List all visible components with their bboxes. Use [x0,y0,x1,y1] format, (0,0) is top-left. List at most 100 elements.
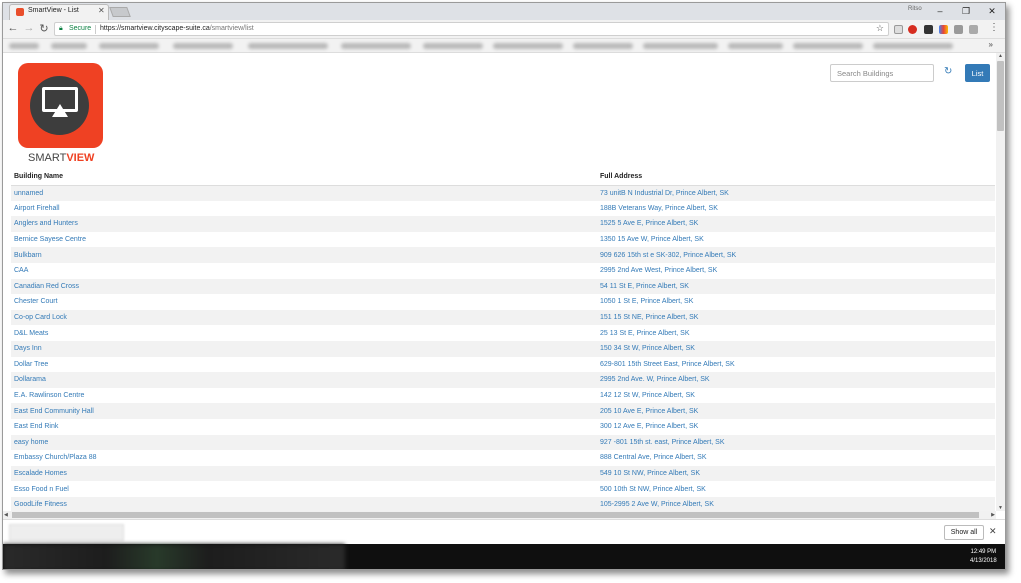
table-row[interactable]: Bernice Sayese Centre 1350 15 Ave W, Prin… [11,232,995,248]
table-row[interactable]: Co-op Card Lock 151 15 St NE, Prince Albe… [11,309,995,326]
building-name-link[interactable]: East End Rink [11,419,597,435]
extension-icon[interactable] [954,25,963,34]
bookmark-item[interactable] [728,43,783,49]
table-row[interactable]: Esso Food n Fuel 500 10th St NW, Prince A… [11,481,995,497]
table-row[interactable]: D&L Meats 25 13 St E, Prince Albert, SK [11,325,995,341]
full-address-link[interactable]: 1350 15 Ave W, Prince Albert, SK [597,232,995,248]
horizontal-scroll-thumb[interactable] [12,512,979,518]
building-name-link[interactable]: Anglers and Hunters [11,216,597,232]
table-row[interactable]: unnamed 73 unitB N Industrial Dr, Prince … [11,185,995,201]
vertical-scrollbar[interactable]: ▲ ▼ [996,53,1005,511]
scroll-up-icon[interactable]: ▲ [998,53,1003,59]
address-bar[interactable]: 🔒︎ Secure https://smartview.cityscape-su… [54,22,889,36]
column-header-full-address[interactable]: Full Address [597,169,995,186]
vertical-scroll-thumb[interactable] [997,61,1004,131]
full-address-link[interactable]: 54 11 St E, Prince Albert, SK [597,279,995,295]
building-name-link[interactable]: Bernice Sayese Centre [11,232,597,248]
extension-icon[interactable] [939,25,948,34]
table-row[interactable]: East End Community Hall 205 10 Ave E, Pri… [11,403,995,419]
scroll-left-icon[interactable]: ◀ [4,512,8,518]
table-row[interactable]: Anglers and Hunters 1525 5 Ave E, Prince … [11,216,995,232]
search-buildings-input[interactable] [830,64,934,82]
close-download-shelf-icon[interactable]: ✕ [989,526,997,537]
bookmark-star-icon[interactable]: ☆ [876,23,884,34]
table-row[interactable]: Bulkbarn 909 626 15th st e SK-302, Prince… [11,247,995,263]
horizontal-scrollbar[interactable]: ◀ ▶ [3,511,996,519]
full-address-link[interactable]: 888 Central Ave, Prince Albert, SK [597,450,995,466]
building-name-link[interactable]: Escalade Homes [11,466,597,482]
extension-icon[interactable] [894,25,903,34]
close-window-button[interactable]: ✕ [979,3,1005,19]
minimize-button[interactable]: – [927,3,953,19]
building-name-link[interactable]: Bulkbarn [11,247,597,263]
table-row[interactable]: GoodLife Fitness 105-2995 2 Ave W, Prince… [11,496,995,511]
new-tab-button[interactable] [109,7,131,17]
table-row[interactable]: Days Inn 150 34 St W, Prince Albert, SK [11,340,995,357]
bookmark-item[interactable] [9,43,39,49]
bookmark-item[interactable] [573,43,633,49]
refresh-icon[interactable]: ↻ [944,66,952,77]
show-all-button[interactable]: Show all [944,525,984,540]
full-address-link[interactable]: 142 12 St W, Prince Albert, SK [597,388,995,404]
bookmark-item[interactable] [173,43,233,49]
list-button[interactable]: List [965,64,990,82]
profile-name[interactable]: Ritso [908,6,922,12]
building-name-link[interactable]: Embassy Church/Plaza 88 [11,450,597,466]
system-clock[interactable]: 12:49 PM 4/13/2018 [970,548,997,566]
table-row[interactable]: Airport Firehall 188B Veterans Way, Princ… [11,201,995,217]
scroll-down-icon[interactable]: ▼ [998,505,1003,511]
bookmark-item[interactable] [51,43,87,49]
building-name-link[interactable]: Airport Firehall [11,201,597,217]
full-address-link[interactable]: 2995 2nd Ave West, Prince Albert, SK [597,263,995,279]
bookmark-item[interactable] [493,43,563,49]
full-address-link[interactable]: 25 13 St E, Prince Albert, SK [597,325,995,341]
building-name-link[interactable]: Dollarama [11,372,597,388]
full-address-link[interactable]: 300 12 Ave E, Prince Albert, SK [597,419,995,435]
url-text[interactable]: https://smartview.cityscape-suite.ca/sma… [100,25,254,32]
building-name-link[interactable]: D&L Meats [11,325,597,341]
full-address-link[interactable]: 205 10 Ave E, Prince Albert, SK [597,403,995,419]
table-row[interactable]: Embassy Church/Plaza 88 888 Central Ave, … [11,450,995,466]
full-address-link[interactable]: 1050 1 St E, Prince Albert, SK [597,294,995,310]
full-address-link[interactable]: 73 unitB N Industrial Dr, Prince Albert,… [597,185,995,201]
maximize-button[interactable]: ❐ [953,3,979,19]
full-address-link[interactable]: 629-801 15th Street East, Prince Albert,… [597,357,995,373]
back-icon[interactable]: ← [7,22,19,34]
table-row[interactable]: E.A. Rawlinson Centre 142 12 St W, Prince… [11,388,995,404]
building-name-link[interactable]: E.A. Rawlinson Centre [11,388,597,404]
building-name-link[interactable]: Chester Court [11,294,597,310]
bookmark-item[interactable] [99,43,159,49]
bookmark-item[interactable] [643,43,718,49]
full-address-link[interactable]: 500 10th St NW, Prince Albert, SK [597,481,995,497]
scroll-right-icon[interactable]: ▶ [991,512,995,518]
building-name-link[interactable]: Co-op Card Lock [11,310,597,326]
table-row[interactable]: Chester Court 1050 1 St E, Prince Albert,… [11,294,995,310]
full-address-link[interactable]: 151 15 St NE, Prince Albert, SK [597,310,995,326]
table-row[interactable]: easy home 927 -801 15th st. east, Prince … [11,434,995,451]
bookmark-item[interactable] [873,43,953,49]
full-address-link[interactable]: 909 626 15th st e SK-302, Prince Albert,… [597,247,995,263]
full-address-link[interactable]: 1525 5 Ave E, Prince Albert, SK [597,216,995,232]
building-name-link[interactable]: unnamed [11,185,597,201]
building-name-link[interactable]: Days Inn [11,341,597,357]
bookmark-item[interactable] [341,43,411,49]
building-name-link[interactable]: Canadian Red Cross [11,279,597,295]
table-row[interactable]: Dollarama 2995 2nd Ave. W, Prince Albert,… [11,372,995,388]
full-address-link[interactable]: 549 10 St NW, Prince Albert, SK [597,466,995,482]
forward-icon[interactable]: → [23,22,35,34]
full-address-link[interactable]: 2995 2nd Ave. W, Prince Albert, SK [597,372,995,388]
building-name-link[interactable]: GoodLife Fitness [11,497,597,511]
bookmark-item[interactable] [248,43,328,49]
full-address-link[interactable]: 150 34 St W, Prince Albert, SK [597,341,995,357]
building-name-link[interactable]: East End Community Hall [11,403,597,419]
building-name-link[interactable]: CAA [11,263,597,279]
tab-smartview-list[interactable]: SmartView - List ✕ [9,4,109,20]
table-row[interactable]: Escalade Homes 549 10 St NW, Prince Alber… [11,465,995,482]
menu-kebab-icon[interactable]: ⋮ [988,22,1000,33]
building-name-link[interactable]: Esso Food n Fuel [11,481,597,497]
bookmarks-overflow-icon[interactable]: » [989,40,993,49]
bookmark-item[interactable] [793,43,863,49]
bookmark-item[interactable] [423,43,483,49]
adblock-icon[interactable] [908,25,917,34]
table-row[interactable]: CAA 2995 2nd Ave West, Prince Albert, SK [11,263,995,279]
